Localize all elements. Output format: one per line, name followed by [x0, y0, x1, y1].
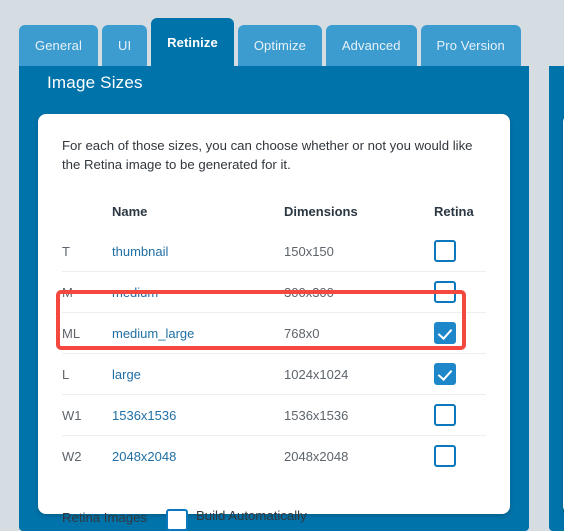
retina-images-label: Retina Images — [62, 510, 148, 525]
size-name-link[interactable]: medium_large — [112, 326, 194, 341]
table-row: W2 2048x2048 2048x2048 — [62, 435, 486, 476]
table-row: W1 1536x1536 1536x1536 — [62, 394, 486, 436]
tab-ui[interactable]: UI — [101, 25, 148, 66]
size-name-link[interactable]: large — [112, 367, 141, 382]
row-abbr: L — [62, 353, 112, 395]
size-dimensions: 150x150 — [284, 243, 334, 259]
table-row: T thumbnail 150x150 — [62, 231, 486, 272]
retina-checkbox[interactable] — [434, 322, 456, 344]
size-name-link[interactable]: medium — [112, 285, 158, 300]
size-dimensions: 1536x1536 — [284, 407, 349, 423]
retina-checkbox[interactable] — [434, 404, 456, 426]
tab-strip: General UI Retinize Optimize Advanced Pr… — [19, 16, 521, 66]
table-row: L large 1024x1024 — [62, 353, 486, 395]
retina-checkbox[interactable] — [434, 445, 456, 467]
build-automatically-label: Build Automatically — [196, 508, 307, 523]
tab-optimize[interactable]: Optimize — [237, 25, 322, 66]
row-abbr: W1 — [62, 394, 112, 436]
table-header-row: Name Dimensions Retina — [62, 204, 486, 231]
image-sizes-card: For each of those sizes, you can choose … — [38, 114, 510, 531]
retina-checkbox[interactable] — [434, 240, 456, 262]
row-abbr: W2 — [62, 435, 112, 476]
row-abbr: M — [62, 271, 112, 313]
tab-retinize[interactable]: Retinize — [151, 18, 234, 66]
row-abbr: ML — [62, 312, 112, 354]
table-row: M medium 300x300 — [62, 271, 486, 313]
tab-bar: General UI Retinize Optimize Advanced Pr… — [0, 0, 564, 66]
row-abbr: T — [62, 243, 70, 259]
column-header-abbr — [62, 204, 112, 231]
build-automatically-checkbox[interactable] — [166, 509, 189, 531]
size-name-link[interactable]: thumbnail — [112, 244, 168, 259]
secondary-panel: E — [549, 48, 564, 531]
tab-general[interactable]: General — [19, 25, 98, 66]
column-header-dimensions: Dimensions — [284, 204, 358, 219]
retina-checkbox[interactable] — [434, 363, 456, 385]
size-dimensions: 300x300 — [284, 284, 334, 300]
size-dimensions: 1024x1024 — [284, 366, 349, 382]
column-header-name: Name — [112, 204, 148, 219]
size-name-link[interactable]: 2048x2048 — [112, 449, 176, 464]
tab-pro-version[interactable]: Pro Version — [420, 25, 521, 66]
retina-images-row: Retina Images Build Automatically The Re… — [62, 498, 486, 531]
size-dimensions: 768x0 — [284, 325, 320, 341]
retina-checkbox[interactable] — [434, 281, 456, 303]
table-row: ML medium_large 768x0 — [62, 312, 486, 354]
panels-container: E Image Sizes For each of those sizes, y… — [0, 48, 564, 531]
image-sizes-panel: Image Sizes For each of those sizes, you… — [19, 48, 529, 531]
intro-text: For each of those sizes, you can choose … — [62, 138, 473, 172]
size-dimensions: 2048x2048 — [284, 448, 349, 464]
tab-advanced[interactable]: Advanced — [325, 25, 417, 66]
column-header-retina: Retina — [434, 204, 474, 219]
size-name-link[interactable]: 1536x1536 — [112, 408, 176, 423]
image-sizes-table: Name Dimensions Retina T thumbnail 150x1… — [62, 204, 486, 476]
